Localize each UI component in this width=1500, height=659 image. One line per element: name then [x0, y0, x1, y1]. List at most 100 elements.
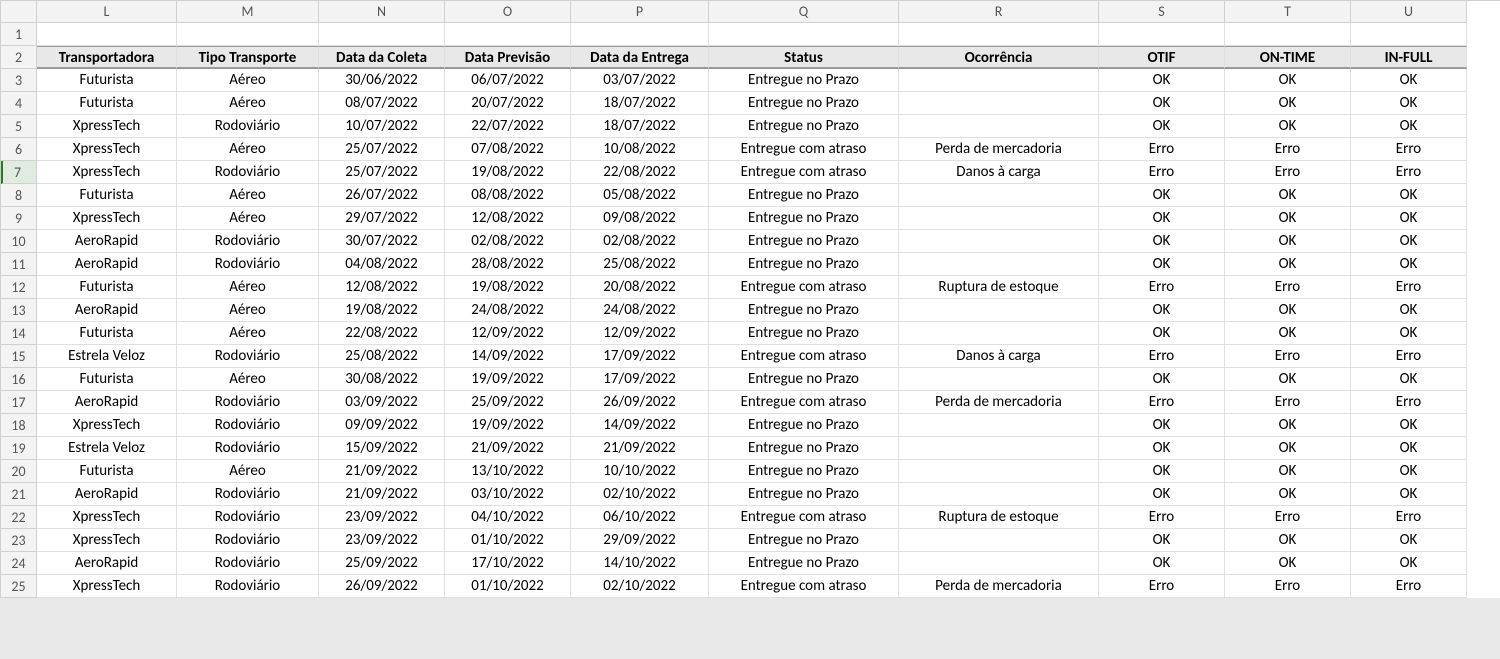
data-cell[interactable]: OK	[1351, 552, 1467, 575]
data-cell[interactable]: OK	[1351, 184, 1467, 207]
empty-cell[interactable]	[709, 23, 899, 46]
empty-cell[interactable]	[319, 23, 445, 46]
data-cell[interactable]: 20/07/2022	[445, 92, 571, 115]
data-cell[interactable]: Erro	[1099, 391, 1225, 414]
data-cell[interactable]: Erro	[1225, 161, 1351, 184]
data-cell[interactable]: Perda de mercadoria	[899, 575, 1099, 598]
data-cell[interactable]: OK	[1351, 69, 1467, 92]
data-cell[interactable]: Rodoviário	[177, 161, 319, 184]
data-cell[interactable]: AeroRapid	[37, 299, 177, 322]
data-cell[interactable]: Entregue no Prazo	[709, 529, 899, 552]
data-cell[interactable]: OK	[1225, 414, 1351, 437]
data-cell[interactable]: Entregue com atraso	[709, 506, 899, 529]
data-cell[interactable]: Perda de mercadoria	[899, 138, 1099, 161]
data-cell[interactable]: 19/09/2022	[445, 368, 571, 391]
data-cell[interactable]: 21/09/2022	[319, 483, 445, 506]
data-cell[interactable]: Entregue no Prazo	[709, 230, 899, 253]
data-cell[interactable]: Entregue no Prazo	[709, 92, 899, 115]
data-cell[interactable]: 26/09/2022	[319, 575, 445, 598]
data-cell[interactable]: OK	[1351, 483, 1467, 506]
data-cell[interactable]: OK	[1099, 368, 1225, 391]
data-cell[interactable]: Erro	[1099, 506, 1225, 529]
data-cell[interactable]: 10/10/2022	[571, 460, 709, 483]
empty-cell[interactable]	[37, 23, 177, 46]
empty-cell[interactable]	[1225, 23, 1351, 46]
data-cell[interactable]: 03/07/2022	[571, 69, 709, 92]
data-cell[interactable]	[899, 92, 1099, 115]
empty-cell[interactable]	[899, 23, 1099, 46]
data-cell[interactable]: 30/06/2022	[319, 69, 445, 92]
data-cell[interactable]: OK	[1225, 437, 1351, 460]
data-cell[interactable]: OK	[1225, 230, 1351, 253]
row-header[interactable]: 20	[1, 460, 37, 483]
row-header[interactable]: 18	[1, 414, 37, 437]
data-cell[interactable]: 10/07/2022	[319, 115, 445, 138]
data-cell[interactable]: 04/10/2022	[445, 506, 571, 529]
data-cell[interactable]: OK	[1099, 184, 1225, 207]
data-cell[interactable]: 13/10/2022	[445, 460, 571, 483]
row-header[interactable]: 17	[1, 391, 37, 414]
data-cell[interactable]: 02/08/2022	[571, 230, 709, 253]
data-cell[interactable]: 06/10/2022	[571, 506, 709, 529]
row-header[interactable]: 8	[1, 184, 37, 207]
data-cell[interactable]	[899, 437, 1099, 460]
data-cell[interactable]: Erro	[1351, 345, 1467, 368]
data-cell[interactable]	[899, 207, 1099, 230]
data-cell[interactable]: 07/08/2022	[445, 138, 571, 161]
data-cell[interactable]: AeroRapid	[37, 230, 177, 253]
data-cell[interactable]: 30/07/2022	[319, 230, 445, 253]
row-header[interactable]: 13	[1, 299, 37, 322]
row-header[interactable]: 7	[1, 161, 37, 184]
data-cell[interactable]: XpressTech	[37, 414, 177, 437]
data-cell[interactable]: OK	[1351, 529, 1467, 552]
data-cell[interactable]: 17/09/2022	[571, 368, 709, 391]
table-header-cell[interactable]: IN-FULL	[1351, 46, 1467, 69]
data-cell[interactable]	[899, 368, 1099, 391]
empty-cell[interactable]	[571, 23, 709, 46]
data-cell[interactable]: OK	[1351, 437, 1467, 460]
data-cell[interactable]: OK	[1225, 207, 1351, 230]
data-cell[interactable]: OK	[1099, 529, 1225, 552]
data-cell[interactable]	[899, 69, 1099, 92]
data-cell[interactable]: XpressTech	[37, 207, 177, 230]
data-cell[interactable]: 12/09/2022	[445, 322, 571, 345]
data-cell[interactable]: 20/08/2022	[571, 276, 709, 299]
data-cell[interactable]: Erro	[1099, 138, 1225, 161]
column-header[interactable]: T	[1225, 1, 1351, 23]
data-cell[interactable]: 19/08/2022	[319, 299, 445, 322]
data-cell[interactable]	[899, 299, 1099, 322]
data-cell[interactable]: AeroRapid	[37, 552, 177, 575]
data-cell[interactable]: 02/10/2022	[571, 483, 709, 506]
data-cell[interactable]: 21/09/2022	[445, 437, 571, 460]
data-cell[interactable]: 15/09/2022	[319, 437, 445, 460]
data-cell[interactable]: OK	[1099, 230, 1225, 253]
data-cell[interactable]: Erro	[1225, 276, 1351, 299]
data-cell[interactable]: 21/09/2022	[571, 437, 709, 460]
data-cell[interactable]: Rodoviário	[177, 506, 319, 529]
data-cell[interactable]: Aéreo	[177, 299, 319, 322]
data-cell[interactable]: 14/09/2022	[571, 414, 709, 437]
data-cell[interactable]: Erro	[1099, 345, 1225, 368]
data-cell[interactable]: Entregue no Prazo	[709, 299, 899, 322]
data-cell[interactable]	[899, 483, 1099, 506]
data-cell[interactable]: Erro	[1351, 138, 1467, 161]
table-header-cell[interactable]: Status	[709, 46, 899, 69]
data-cell[interactable]: 12/08/2022	[445, 207, 571, 230]
data-cell[interactable]: Entregue no Prazo	[709, 207, 899, 230]
data-cell[interactable]: 04/08/2022	[319, 253, 445, 276]
data-cell[interactable]: 28/08/2022	[445, 253, 571, 276]
data-cell[interactable]: OK	[1225, 322, 1351, 345]
data-cell[interactable]: 09/09/2022	[319, 414, 445, 437]
data-cell[interactable]: OK	[1351, 322, 1467, 345]
column-header[interactable]: Q	[709, 1, 899, 23]
data-cell[interactable]: OK	[1225, 115, 1351, 138]
data-cell[interactable]: Ruptura de estoque	[899, 506, 1099, 529]
data-cell[interactable]: Entregue no Prazo	[709, 253, 899, 276]
row-header[interactable]: 22	[1, 506, 37, 529]
data-cell[interactable]: Erro	[1351, 391, 1467, 414]
data-cell[interactable]: 18/07/2022	[571, 92, 709, 115]
column-header[interactable]: L	[37, 1, 177, 23]
data-cell[interactable]: OK	[1099, 92, 1225, 115]
empty-cell[interactable]	[1099, 23, 1225, 46]
data-cell[interactable]: Estrela Veloz	[37, 437, 177, 460]
